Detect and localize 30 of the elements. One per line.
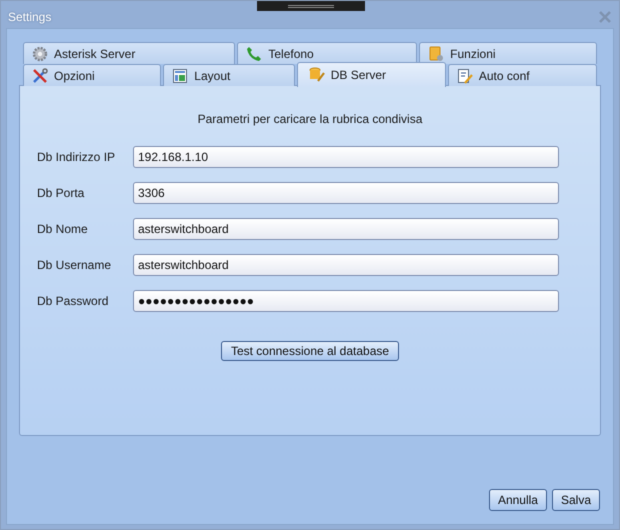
layout-icon bbox=[172, 68, 188, 84]
input-field[interactable]: asterswitchboard bbox=[133, 254, 559, 276]
drag-handle[interactable] bbox=[257, 1, 365, 11]
field-label: Db Password bbox=[37, 294, 110, 308]
test-connection-button[interactable]: Test connessione al database bbox=[221, 341, 399, 361]
tab[interactable]: Opzioni bbox=[23, 64, 162, 86]
tab[interactable]: Layout bbox=[163, 64, 295, 86]
input-field[interactable]: 3306 bbox=[133, 182, 559, 204]
input-field[interactable]: 192.168.1.10 bbox=[133, 146, 559, 168]
tab[interactable]: Telefono bbox=[237, 42, 418, 64]
gear-icon bbox=[32, 46, 48, 62]
save-button[interactable]: Salva bbox=[552, 489, 600, 511]
input-field[interactable]: ●●●●●●●●●●●●●●●● bbox=[133, 290, 559, 312]
window-title: Settings bbox=[8, 10, 52, 24]
phone-icon bbox=[246, 46, 262, 62]
field-label: Db Indirizzo IP bbox=[37, 150, 116, 164]
tab[interactable]: Asterisk Server bbox=[23, 42, 236, 64]
field-label: Db Username bbox=[37, 258, 112, 272]
section-heading: Parametri per caricare la rubrica condivisa bbox=[196, 112, 424, 126]
document-gear-icon bbox=[428, 46, 444, 62]
tools-icon bbox=[32, 68, 48, 84]
document-pencil-icon bbox=[456, 68, 473, 84]
tab[interactable]: Auto conf bbox=[448, 64, 598, 86]
database-pencil-icon bbox=[308, 67, 325, 83]
field-label: Db Porta bbox=[37, 186, 86, 200]
field-label: Db Nome bbox=[37, 222, 89, 236]
input-field[interactable]: asterswitchboard bbox=[133, 218, 559, 240]
tab[interactable]: DB Server bbox=[296, 62, 446, 87]
cancel-button[interactable]: Annulla bbox=[488, 489, 547, 511]
tab[interactable]: Funzioni bbox=[419, 42, 597, 64]
